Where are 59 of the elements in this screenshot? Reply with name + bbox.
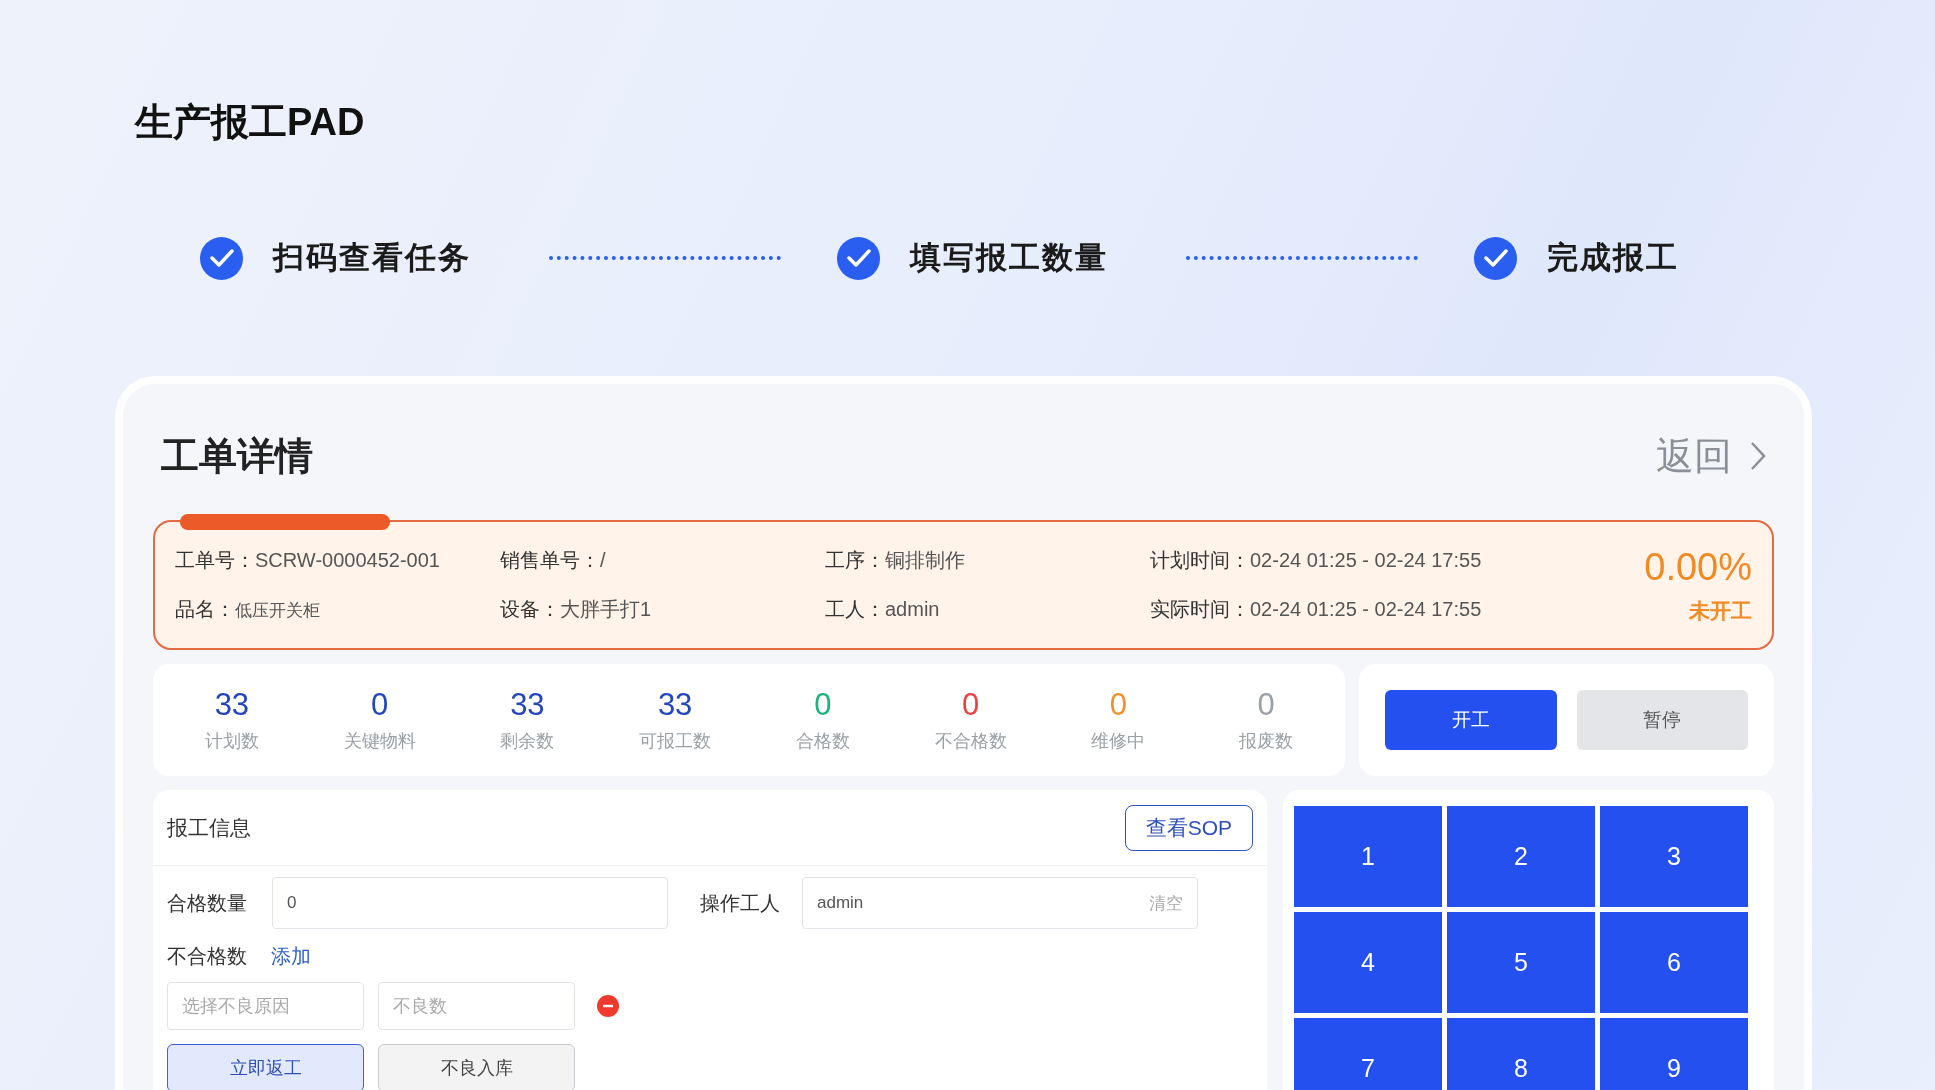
- step-label: 扫码查看任务: [273, 239, 471, 277]
- stat-label: 不合格数: [934, 730, 1007, 753]
- form-title: 报工信息: [167, 814, 251, 841]
- info-field: 工序：铜排制作: [825, 547, 1150, 574]
- keypad-key[interactable]: 6: [1600, 912, 1748, 1013]
- input-field[interactable]: 0: [272, 877, 668, 929]
- keypad-key[interactable]: 9: [1600, 1018, 1748, 1090]
- status-label: 未开工: [1689, 597, 1752, 624]
- chevron-right-icon: [1750, 441, 1766, 471]
- stat-label: 计划数: [204, 730, 259, 753]
- keypad-key[interactable]: 3: [1600, 806, 1748, 907]
- keypad-key[interactable]: 1: [1294, 806, 1442, 907]
- stat-value: 33: [510, 687, 545, 723]
- pause-button[interactable]: 暂停: [1576, 690, 1748, 750]
- stat-label: 合格数: [795, 730, 850, 753]
- info-field: 品名：低压开关柜: [175, 596, 500, 623]
- stat-label: 维修中: [1091, 730, 1146, 753]
- info-field: 设备：大胖手打1: [500, 596, 825, 623]
- input-field[interactable]: 不良数: [378, 982, 575, 1030]
- keypad-key[interactable]: 8: [1447, 1018, 1595, 1090]
- remove-icon[interactable]: [597, 995, 619, 1017]
- stat-value: 0: [1257, 687, 1275, 723]
- keypad-key[interactable]: 5: [1447, 912, 1595, 1013]
- field-label: 不合格数: [167, 944, 247, 969]
- input-field[interactable]: admin 清空: [802, 877, 1198, 929]
- progress-percentage: 0.00%: [1644, 545, 1752, 589]
- stat-value: 33: [657, 687, 693, 723]
- disposition-button[interactable]: 不良入库: [378, 1044, 575, 1090]
- input-field[interactable]: 选择不良原因: [167, 982, 364, 1030]
- panel-title: 工单详情: [161, 433, 313, 479]
- step-label: 填写报工数量: [910, 239, 1108, 277]
- stat-value: 33: [214, 687, 250, 723]
- stat-label: 关键物料: [343, 730, 416, 753]
- field-label: 操作工人: [700, 890, 780, 916]
- check-icon: [1483, 249, 1508, 267]
- stat-value: 0: [1109, 687, 1127, 723]
- stat-value: 0: [962, 687, 980, 723]
- add-link[interactable]: 添加: [271, 943, 311, 970]
- check-icon: [209, 249, 234, 267]
- step-label: 完成报工: [1547, 239, 1679, 277]
- info-field: 工人：admin: [825, 596, 1150, 623]
- start-button[interactable]: 开工: [1385, 690, 1557, 750]
- info-field: 实际时间：02-24 01:25 - 02-24 17:55: [1150, 596, 1645, 623]
- view-sop-button[interactable]: 查看SOP: [1124, 804, 1253, 851]
- stat-label: 剩余数: [500, 730, 555, 753]
- check-icon: [846, 249, 871, 267]
- keypad-key[interactable]: 2: [1447, 806, 1595, 907]
- stat-value: 0: [814, 687, 832, 723]
- info-field: 计划时间：02-24 01:25 - 02-24 17:55: [1150, 547, 1645, 574]
- stat-value: 0: [371, 687, 389, 723]
- keypad-key[interactable]: 7: [1294, 1018, 1442, 1090]
- stat-label: 报废数: [1239, 730, 1294, 753]
- stat-label: 可报工数: [639, 730, 712, 753]
- info-field: 工单号：SCRW-0000452-001: [175, 547, 500, 574]
- app-title: 生产报工PAD: [133, 100, 365, 144]
- keypad-key[interactable]: 4: [1294, 912, 1442, 1013]
- info-field: 销售单号：/: [500, 547, 825, 574]
- field-label: 合格数量: [167, 890, 248, 916]
- disposition-button[interactable]: 立即返工: [167, 1044, 364, 1090]
